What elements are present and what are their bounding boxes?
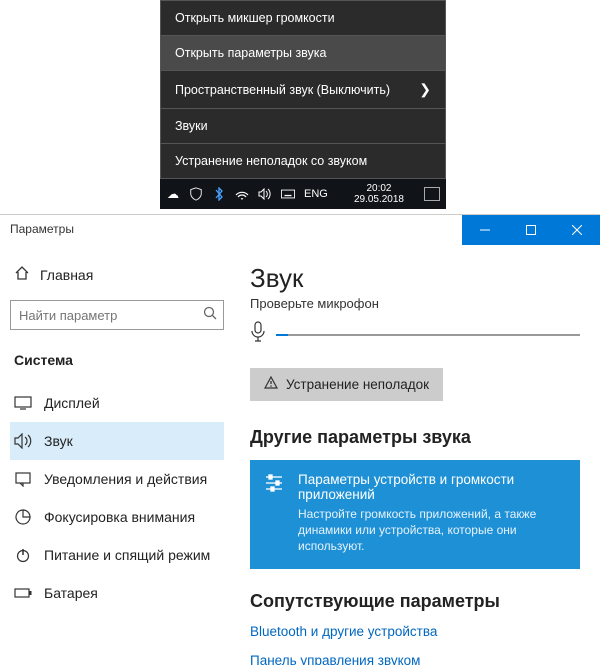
bluetooth-icon[interactable] [212, 187, 226, 201]
sidebar: Главная Система Дисплей Звук [0, 245, 234, 665]
onedrive-icon[interactable]: ☁ [166, 187, 180, 201]
taskbar-context-menu: Открыть микшер громкости Открыть парамет… [160, 0, 446, 179]
network-icon[interactable] [235, 187, 249, 201]
search-icon [203, 306, 217, 325]
search-input[interactable] [19, 308, 203, 323]
home-icon [14, 265, 30, 284]
warning-icon [264, 376, 278, 393]
settings-window: Параметры Главная [0, 214, 600, 665]
focus-icon [14, 508, 32, 526]
content: Звук Проверьте микрофон Устранение непол… [234, 245, 600, 665]
home-link[interactable]: Главная [10, 259, 224, 290]
tile-title: Параметры устройств и громкости приложен… [298, 472, 566, 502]
nav-battery[interactable]: Батарея [10, 574, 224, 612]
defender-icon[interactable] [189, 187, 203, 201]
window-title: Параметры [0, 215, 84, 245]
app-volume-tile[interactable]: Параметры устройств и громкости приложен… [250, 460, 580, 569]
menu-item-open-sound-settings[interactable]: Открыть параметры звука [161, 36, 445, 70]
menu-item-troubleshoot-sound[interactable]: Устранение неполадок со звуком [161, 144, 445, 178]
tile-description: Настройте громкость приложений, а также … [298, 506, 566, 555]
power-icon [14, 546, 32, 564]
sliders-icon [264, 472, 286, 555]
nav-notifications[interactable]: Уведомления и действия [10, 460, 224, 498]
menu-item-sounds[interactable]: Звуки [161, 109, 445, 143]
search-box[interactable] [10, 300, 224, 330]
nav-sound[interactable]: Звук [10, 422, 224, 460]
related-heading: Сопутствующие параметры [250, 591, 580, 612]
menu-item-open-mixer[interactable]: Открыть микшер громкости [161, 1, 445, 35]
display-icon [14, 394, 32, 412]
nav-display[interactable]: Дисплей [10, 384, 224, 422]
other-sound-heading: Другие параметры звука [250, 427, 580, 448]
link-sound-panel[interactable]: Панель управления звуком [250, 653, 580, 665]
category-label: Система [10, 348, 224, 372]
volume-icon[interactable] [258, 187, 272, 201]
taskbar-clock[interactable]: 20:02 29.05.2018 [354, 183, 408, 205]
mic-level-slider[interactable] [276, 334, 580, 336]
link-bluetooth[interactable]: Bluetooth и другие устройства [250, 624, 580, 639]
maximize-button[interactable] [508, 215, 554, 245]
nav-focus[interactable]: Фокусировка внимания [10, 498, 224, 536]
menu-item-spatial-sound[interactable]: Пространственный звук (Выключить) ❯ [161, 71, 445, 108]
notify-icon [14, 470, 32, 488]
page-heading: Звук [250, 263, 580, 294]
keyboard-icon[interactable] [281, 187, 295, 201]
nav-power[interactable]: Питание и спящий режим [10, 536, 224, 574]
microphone-icon [250, 321, 266, 348]
troubleshoot-button[interactable]: Устранение неполадок [250, 368, 443, 401]
taskbar: ☁ ENG 20:02 29.05 [160, 179, 446, 209]
mic-label: Проверьте микрофон [250, 296, 580, 311]
close-button[interactable] [554, 215, 600, 245]
action-center-icon[interactable] [424, 187, 440, 201]
minimize-button[interactable] [462, 215, 508, 245]
battery-icon [14, 584, 32, 602]
taskbar-language[interactable]: ENG [304, 188, 328, 200]
sound-icon [14, 432, 32, 450]
chevron-right-icon: ❯ [419, 81, 431, 98]
titlebar: Параметры [0, 215, 600, 245]
